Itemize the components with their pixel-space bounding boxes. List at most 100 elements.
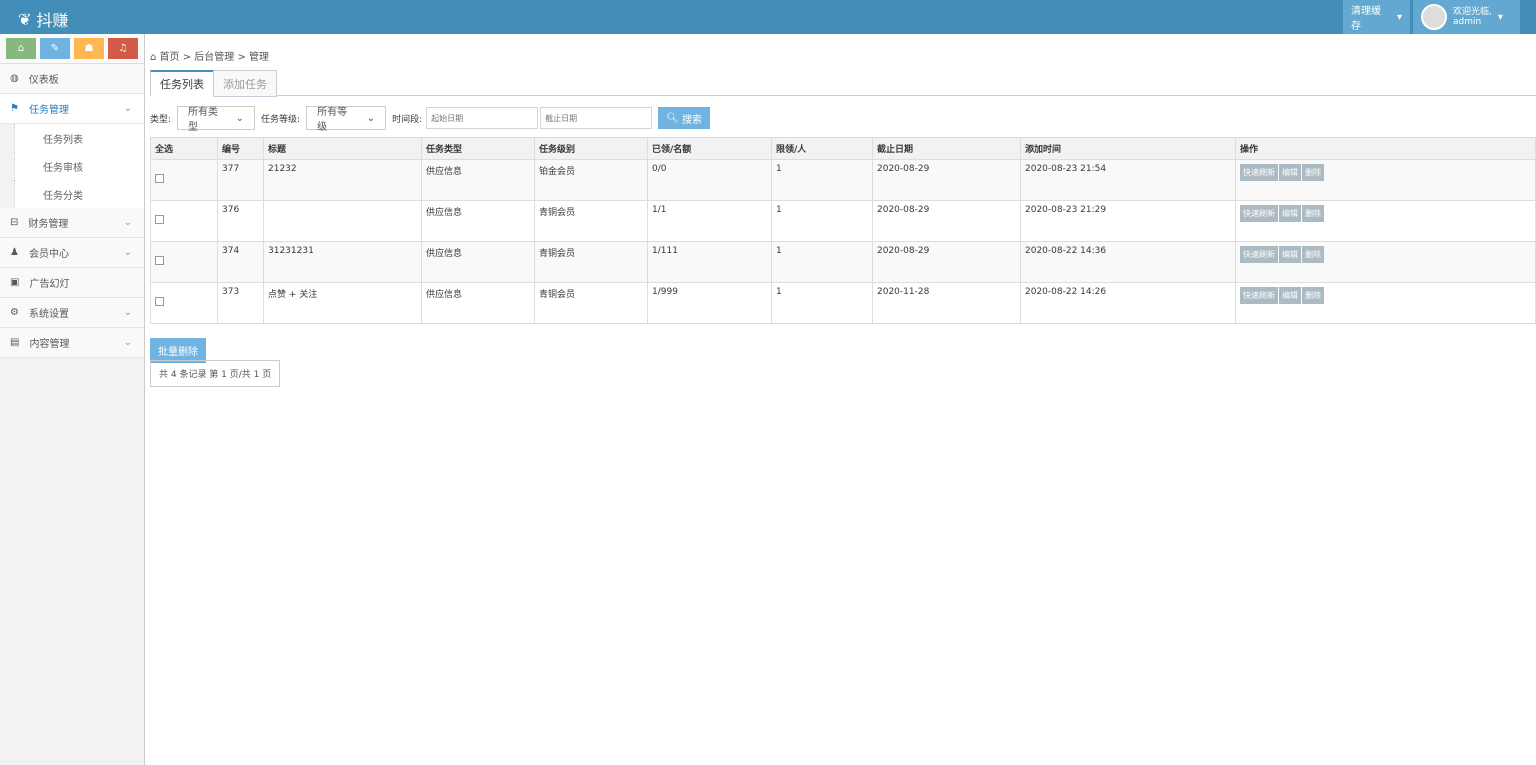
chevron-down-icon: ⌄ — [123, 307, 132, 318]
column-header: 添加时间 — [1020, 137, 1236, 160]
sidebar-item-label: 系统设置 — [28, 309, 69, 320]
search-button[interactable]: 🔍︎ 搜索 — [658, 107, 711, 129]
table-row: 374 31231231 供应信息 青铜会员 1/111 1 2020-08-29 2020-… — [150, 241, 1536, 283]
cell-quota: 1/999 — [647, 282, 772, 324]
column-header: 已领/名额 — [647, 137, 772, 160]
table-row: 377 21232 供应信息 铂金会员 0/0 1 2020-08-29 2020-08-23… — [150, 159, 1536, 201]
quick-refresh-button[interactable]: 快速刷新 — [1240, 205, 1278, 222]
cell-level: 青铜会员 — [534, 241, 648, 283]
cell-limit: 1 — [771, 159, 873, 201]
row-checkbox[interactable] — [155, 297, 164, 306]
table-row: 373 点赞 + 关注 供应信息 青铜会员 1/999 1 2020-11-28 2020-0… — [150, 282, 1536, 324]
delete-button[interactable]: 删除 — [1302, 246, 1324, 263]
cell-deadline: 2020-08-29 — [872, 200, 1021, 242]
cell-level: 铂金会员 — [534, 159, 648, 201]
cell-deadline: 2020-08-29 — [872, 241, 1021, 283]
sidebar-item-members[interactable]: ♟ 会员中心 ⌄ — [0, 238, 144, 268]
cell-quota: 1/1 — [647, 200, 772, 242]
cell-id: 374 — [217, 241, 264, 283]
cell-deadline: 2020-08-29 — [872, 159, 1021, 201]
sidebar-item-tasks[interactable]: ⚑ 任务管理 ⌄ — [0, 94, 144, 124]
row-checkbox[interactable] — [155, 256, 164, 265]
edit-button[interactable]: 编辑 — [1279, 164, 1301, 181]
dashboard-icon: ◍ — [10, 73, 19, 84]
level-select[interactable]: 所有等级 ⌄ — [306, 106, 387, 133]
breadcrumb: ⌂ 首页 > 后台管理 > 管理 — [150, 52, 270, 63]
cell-quota: 1/111 — [647, 241, 772, 283]
chevron-down-icon: ⌄ — [123, 337, 132, 348]
quick-refresh-button[interactable]: 快速刷新 — [1240, 246, 1278, 263]
column-header: 操作 — [1235, 137, 1536, 160]
chevron-down-icon: ⌄ — [123, 217, 132, 228]
edit-button[interactable]: 编辑 — [1279, 287, 1301, 304]
cell-limit: 1 — [771, 241, 873, 283]
clear-cache-label: 清理缓存 — [1351, 6, 1381, 32]
user-menu[interactable]: 欢迎光临, admin ▾ — [1413, 0, 1520, 34]
tab-add-task[interactable]: 添加任务 — [213, 70, 277, 97]
cell-title: 21232 — [263, 159, 422, 201]
column-header: 限领/人 — [771, 137, 873, 160]
task-table: 全选 编号 标题 任务类型 任务级别 已领/名额 限领/人 截止日期 添加时间 操作 377 212… — [150, 137, 1536, 324]
tab-task-list[interactable]: 任务列表 — [150, 70, 214, 97]
delete-button[interactable]: 删除 — [1302, 287, 1324, 304]
row-checkbox[interactable] — [155, 174, 164, 183]
cell-quota: 0/0 — [647, 159, 772, 201]
cell-limit: 1 — [771, 282, 873, 324]
quick-refresh-button[interactable]: 快速刷新 — [1240, 287, 1278, 304]
level-value: 所有等级 — [317, 107, 348, 133]
users-shortcut-icon[interactable]: ☗ — [74, 38, 104, 59]
cell-deadline: 2020-11-28 — [872, 282, 1021, 324]
cell-id: 377 — [217, 159, 264, 201]
edit-button[interactable]: 编辑 — [1279, 205, 1301, 222]
inbox-icon: ⊟ — [10, 217, 19, 228]
actions-cell: 快速刷新 编辑 删除 — [1235, 200, 1536, 242]
cell-id: 376 — [217, 200, 264, 242]
type-select[interactable]: 所有类型 ⌄ — [177, 106, 256, 133]
cog-icon: ⚙ — [10, 307, 19, 318]
sidebar-item-label: 会员中心 — [28, 249, 69, 260]
sidebar-item-ads[interactable]: ▣ 广告幻灯 — [0, 268, 144, 298]
cell-type: 供应信息 — [421, 282, 535, 324]
bell-shortcut-icon[interactable]: ♫ — [108, 38, 138, 59]
row-checkbox-cell — [150, 200, 218, 242]
sidebar-item-label: 仪表板 — [28, 75, 59, 86]
cell-added: 2020-08-23 21:54 — [1020, 159, 1236, 201]
table-row: 376 供应信息 青铜会员 1/1 1 2020-08-29 2020-08-23 21:2… — [150, 200, 1536, 242]
sidebar-item-finance[interactable]: ⊟ 财务管理 ⌄ — [0, 208, 144, 238]
start-date-input[interactable]: 起始日期 — [426, 107, 539, 129]
cell-type: 供应信息 — [421, 200, 535, 242]
sidebar-subitem-task-list[interactable]: 任务列表 — [14, 124, 144, 152]
breadcrumb-admin[interactable]: 后台管理 — [194, 52, 234, 63]
cell-title — [263, 200, 422, 242]
period-label: 时间段: — [392, 114, 423, 125]
clear-cache-button[interactable]: 清理缓存 ▾ — [1343, 0, 1410, 34]
column-header: 截止日期 — [872, 137, 1021, 160]
book-icon: ▤ — [10, 337, 20, 348]
end-date-input[interactable]: 截止日期 — [540, 107, 653, 129]
breadcrumb-home[interactable]: 首页 — [160, 52, 180, 63]
avatar — [1421, 4, 1447, 30]
pencil-shortcut-icon[interactable]: ✎ — [40, 38, 70, 59]
quick-refresh-button[interactable]: 快速刷新 — [1240, 164, 1278, 181]
delete-button[interactable]: 删除 — [1302, 205, 1324, 222]
caret-down-icon: ▾ — [1497, 11, 1503, 23]
actions-cell: 快速刷新 编辑 删除 — [1235, 159, 1536, 201]
select-all-header[interactable]: 全选 — [150, 137, 218, 160]
sidebar-subitem-task-category[interactable]: 任务分类 — [14, 180, 144, 208]
home-icon: ⌂ — [150, 52, 157, 63]
delete-button[interactable]: 删除 — [1302, 164, 1324, 181]
sidebar-item-content[interactable]: ▤ 内容管理 ⌄ — [0, 328, 144, 358]
chevron-down-icon: ⌄ — [123, 247, 132, 258]
sidebar-item-dashboard[interactable]: ◍ 仪表板 — [0, 64, 144, 94]
brand-name: 抖赚 — [36, 11, 69, 30]
row-checkbox[interactable] — [155, 215, 164, 224]
home-shortcut-icon[interactable]: ⌂ — [6, 38, 36, 59]
pagination-info: 共 4 条记录 第 1 页/共 1 页 — [150, 360, 281, 387]
sidebar-item-settings[interactable]: ⚙ 系统设置 ⌄ — [0, 298, 144, 328]
brand[interactable]: ❦ 抖赚 — [18, 7, 68, 31]
leaf-icon: ❦ — [18, 9, 32, 29]
sidebar-subitem-task-review[interactable]: 任务审核 — [14, 152, 144, 180]
cell-added: 2020-08-22 14:36 — [1020, 241, 1236, 283]
caret-down-icon: ▾ — [1396, 11, 1402, 23]
edit-button[interactable]: 编辑 — [1279, 246, 1301, 263]
